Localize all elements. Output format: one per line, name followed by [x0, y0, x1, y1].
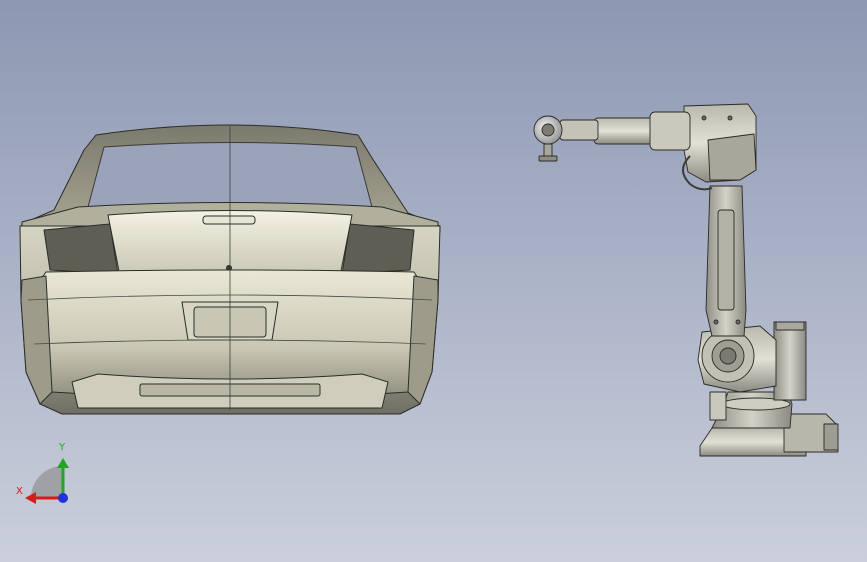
triad-z-axis-icon [58, 493, 68, 503]
robot-base-motor-cap [823, 423, 839, 451]
triad-y-label: Y [59, 442, 66, 453]
robot-tool-flange [538, 155, 558, 162]
robot-shoulder-joint-hub [719, 347, 737, 365]
robot-upper-arm-collar [649, 111, 691, 151]
robot-bolt [735, 319, 741, 325]
robot-pedestal-shaft [709, 391, 727, 421]
car-bumper-left-side [20, 275, 53, 405]
robot-elbow-cover [707, 133, 757, 181]
robot-bolt [701, 115, 707, 121]
robot-upper-arm [593, 117, 655, 145]
robot-tool-stub [543, 143, 553, 157]
robot-wrist-link [559, 119, 599, 141]
coordinate-triad[interactable] [25, 458, 69, 504]
car-right-taillight [341, 223, 415, 275]
car-body[interactable] [19, 124, 441, 415]
triad-x-arrow-icon [25, 492, 36, 504]
model-scene[interactable] [0, 0, 867, 562]
robot-axis2-motor [773, 321, 807, 401]
car-brake-light [202, 215, 256, 225]
robot-axis2-motor-top [775, 321, 805, 331]
robot-bolt [713, 319, 719, 325]
triad-x-label: X [16, 486, 23, 497]
cad-3d-viewport[interactable]: X Y [0, 0, 867, 562]
triad-y-arrow-icon [57, 458, 69, 468]
robot-lower-arm-slot [717, 209, 735, 311]
robot-bolt [727, 115, 733, 121]
robot-wrist-joint-inner [541, 123, 555, 137]
robot-arm[interactable] [533, 103, 839, 457]
car-left-taillight [43, 223, 119, 275]
